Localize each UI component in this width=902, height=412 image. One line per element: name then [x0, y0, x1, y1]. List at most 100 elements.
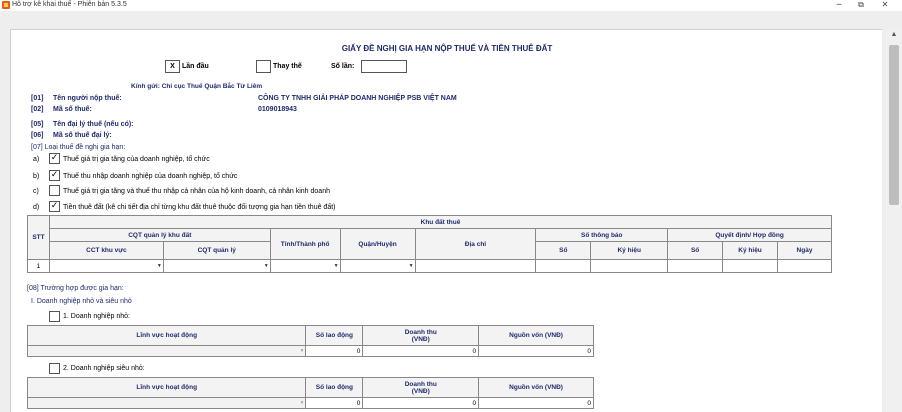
- group-small-micro: I. Doanh nghiệp nhỏ và siêu nhỏ: [31, 298, 132, 305]
- taxpayer-name: CÔNG TY TNHH GIẢI PHÁP DOANH NGHIỆP PSB …: [258, 95, 457, 102]
- chevron-down-icon: ▼: [408, 262, 414, 269]
- address-input[interactable]: [414, 259, 537, 273]
- col-decision-no: Số: [667, 241, 724, 260]
- col-group-notice: Số thông báo: [535, 228, 669, 242]
- tax-type-b-letter: b): [33, 173, 40, 180]
- table-row: ▼ 0 0 0: [26, 397, 594, 409]
- field-02-code: [02]: [31, 106, 44, 113]
- col-decision-date: Ngày: [777, 241, 832, 260]
- micro-business-checkbox[interactable]: [49, 363, 60, 374]
- workers-input[interactable]: 0: [305, 397, 364, 409]
- col-district: Quận/Huyện: [339, 228, 416, 260]
- notice-symbol-input[interactable]: [590, 259, 669, 273]
- field-02-label: Mã số thuế:: [53, 106, 92, 113]
- tax-type-d-checkbox[interactable]: ✓: [49, 201, 60, 212]
- chevron-down-icon: ▼: [299, 347, 305, 354]
- col-group-land: Khu đất thuê: [48, 215, 833, 229]
- revenue-input[interactable]: 0: [362, 397, 480, 409]
- field-08-label: [08] Trường hợp được gia hạn:: [27, 285, 124, 292]
- micro-business-table: Lĩnh vực hoạt động Số lao động Doanh thu…: [26, 377, 594, 409]
- col-decision-symbol: Ký hiệu: [722, 241, 778, 260]
- col-province: Tỉnh/Thành phố: [269, 228, 341, 260]
- tax-type-b-label: Thuế thu nhập doanh nghiệp của doanh ngh…: [63, 173, 238, 180]
- col-cqt: CQT quản lý: [162, 241, 271, 260]
- field-06-code: [06]: [31, 132, 44, 139]
- table-row: 1 ▼ ▼ ▼ ▼: [27, 259, 832, 273]
- province-dropdown[interactable]: ▼: [269, 259, 341, 273]
- chevron-down-icon: ▼: [156, 262, 162, 269]
- tax-type-c-letter: c): [33, 188, 39, 195]
- field-01-label: Tên người nộp thuế:: [53, 95, 122, 102]
- form-title: GIẤY ĐỀ NGHỊ GIA HẠN NỘP THUẾ VÀ TIỀN TH…: [341, 44, 553, 53]
- col-revenue: Doanh thu (VNĐ): [362, 377, 480, 398]
- tax-type-b-checkbox[interactable]: ✓: [49, 170, 60, 181]
- chevron-down-icon: ▼: [333, 262, 339, 269]
- cqt-dropdown[interactable]: ▼: [162, 259, 271, 273]
- table-row: ▼ 0 0 0: [26, 345, 594, 357]
- col-cct: CCT khu vực: [48, 241, 164, 260]
- first-time-checkbox[interactable]: X: [165, 60, 180, 73]
- col-field: Lĩnh vực hoạt động: [26, 377, 307, 398]
- field-01-code: [01]: [31, 95, 44, 102]
- revenue-input[interactable]: 0: [362, 345, 480, 357]
- scrollbar-thumb[interactable]: [889, 45, 899, 205]
- col-capital: Nguồn vốn (VNĐ): [478, 377, 594, 398]
- col-field: Lĩnh vực hoạt động: [26, 325, 307, 346]
- field-05-label: Tên đại lý thuế (nếu có):: [53, 121, 134, 128]
- col-revenue-line1: Doanh thu: [404, 328, 437, 336]
- tax-type-a-checkbox[interactable]: ✓: [49, 153, 60, 164]
- tax-type-c-checkbox[interactable]: [49, 185, 60, 196]
- tax-code: 0109018943: [258, 106, 297, 113]
- times-label: Số lần:: [331, 63, 355, 70]
- field-07-label: [07] Loại thuế đề nghị gia hạn:: [31, 144, 126, 151]
- declaration-form: GIẤY ĐỀ NGHỊ GIA HẠN NỘP THUẾ VÀ TIỀN TH…: [10, 29, 882, 412]
- col-revenue-line2: (VNĐ): [411, 335, 430, 343]
- replace-label: Thay thế: [273, 63, 302, 70]
- col-capital: Nguồn vốn (VNĐ): [478, 325, 594, 346]
- micro-business-label: 2. Doanh nghiệp siêu nhỏ:: [63, 365, 145, 372]
- col-revenue-line2: (VNĐ): [411, 387, 430, 395]
- tax-type-a-label: Thuế giá trị gia tăng của doanh nghiệp, …: [63, 156, 210, 163]
- col-notice-no: Số: [535, 241, 592, 260]
- small-business-label: 1. Doanh nghiệp nhỏ:: [63, 313, 130, 320]
- tax-type-c-label: Thuế giá trị gia tăng và thuế thu nhập c…: [63, 188, 330, 195]
- small-business-checkbox[interactable]: [49, 311, 60, 322]
- capital-input[interactable]: 0: [478, 397, 594, 409]
- tax-type-d-label: Tiền thuê đất (kê chi tiết địa chỉ từng …: [63, 204, 336, 211]
- sent-to-text: Kính gửi: Chi cục Thuế Quận Bắc Từ Liêm: [131, 83, 263, 90]
- notice-no-input[interactable]: [535, 259, 592, 273]
- col-workers: Số lao động: [305, 325, 364, 346]
- field-dropdown[interactable]: ▼: [26, 345, 307, 357]
- times-input[interactable]: [361, 60, 407, 73]
- col-workers: Số lao động: [305, 377, 364, 398]
- tax-type-d-letter: d): [33, 204, 40, 211]
- capital-input[interactable]: 0: [478, 345, 594, 357]
- small-business-table: Lĩnh vực hoạt động Số lao động Doanh thu…: [26, 325, 594, 357]
- field-05-code: [05]: [31, 121, 44, 128]
- replace-checkbox[interactable]: [256, 60, 271, 73]
- decision-symbol-input[interactable]: [722, 259, 778, 273]
- vertical-scrollbar[interactable]: ▲: [886, 29, 902, 412]
- workers-input[interactable]: 0: [305, 345, 364, 357]
- col-group-cqt: CQT quản lý khu đất: [48, 228, 271, 242]
- chevron-down-icon: ▼: [263, 262, 269, 269]
- col-revenue-line1: Doanh thu: [404, 380, 437, 388]
- close-button[interactable]: ✕: [876, 0, 894, 11]
- cct-dropdown[interactable]: ▼: [48, 259, 164, 273]
- col-revenue: Doanh thu (VNĐ): [362, 325, 480, 346]
- field-dropdown[interactable]: ▼: [26, 397, 307, 409]
- district-dropdown[interactable]: ▼: [339, 259, 416, 273]
- land-lease-table: STT Khu đất thuê CQT quản lý khu đất Tỉn…: [27, 215, 833, 273]
- first-time-label: Lần đầu: [182, 63, 209, 70]
- decision-date-input[interactable]: [777, 259, 832, 273]
- col-group-decision: Quyết định/ Hợp đồng: [667, 228, 832, 242]
- field-06-label: Mã số thuế đại lý:: [53, 132, 112, 139]
- scroll-up-icon[interactable]: ▲: [886, 29, 902, 41]
- decision-no-input[interactable]: [667, 259, 724, 273]
- title-bar: Hỗ trợ kê khai thuế - Phiên bản 5.3.5 ─ …: [0, 0, 902, 11]
- col-notice-symbol: Ký hiệu: [590, 241, 669, 260]
- window-title: Hỗ trợ kê khai thuế - Phiên bản 5.3.5: [12, 1, 127, 8]
- row-number: 1: [27, 259, 50, 273]
- restore-button[interactable]: ⧉: [852, 0, 870, 11]
- minimize-button[interactable]: ─: [830, 0, 848, 11]
